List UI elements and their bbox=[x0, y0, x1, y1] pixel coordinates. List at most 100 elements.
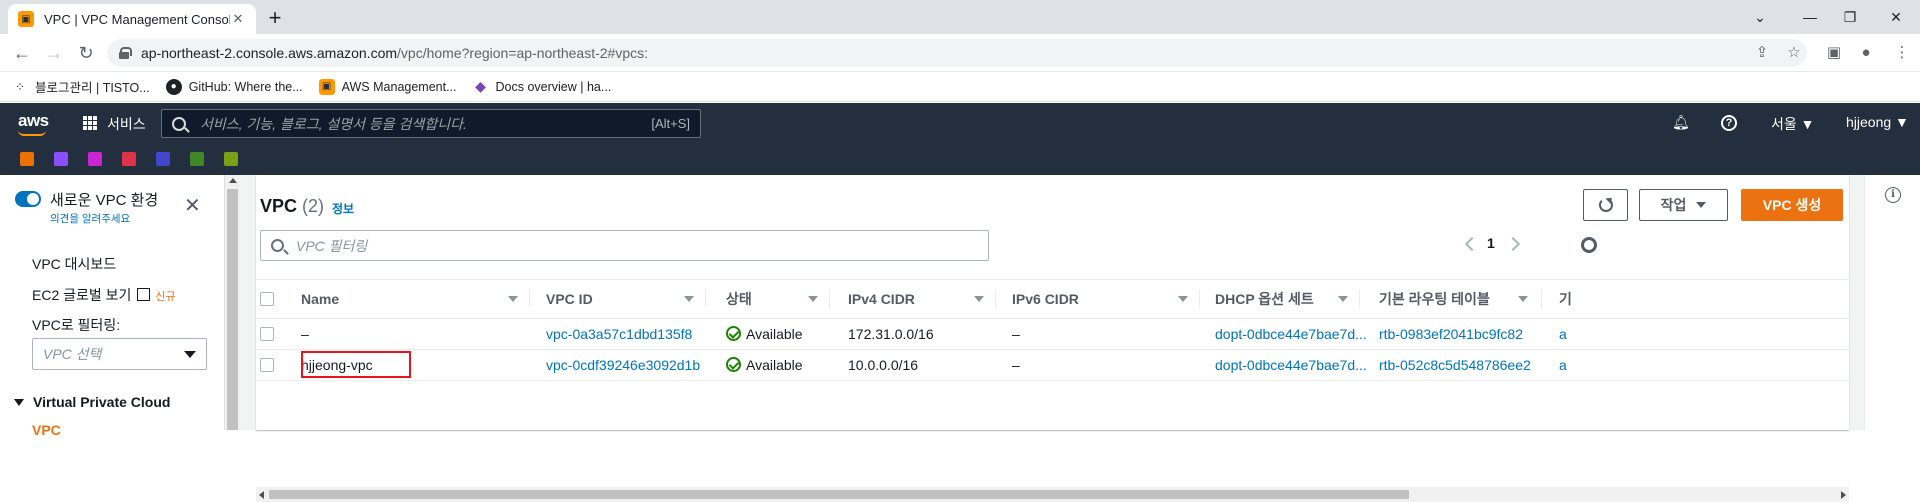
scroll-left-arrow[interactable] bbox=[259, 491, 264, 499]
feedback-link[interactable]: 의견을 알려주세요 bbox=[50, 211, 158, 226]
sidebar-item-ec2-global[interactable]: EC2 글로벌 보기 신규 bbox=[32, 285, 176, 305]
back-button[interactable]: ← bbox=[10, 42, 34, 66]
table-row[interactable]: – vpc-0a3a57c1dbd135f8 Available 172.31.… bbox=[256, 319, 1849, 350]
cell-ipv6: – bbox=[1012, 326, 1020, 342]
acm-icon[interactable] bbox=[122, 152, 136, 166]
gear-icon[interactable] bbox=[1581, 237, 1597, 253]
row-checkbox[interactable] bbox=[260, 327, 274, 341]
create-vpc-button[interactable]: VPC 생성 bbox=[1741, 189, 1843, 221]
actions-button[interactable]: 작업 bbox=[1639, 189, 1728, 221]
cloudwatch-icon[interactable] bbox=[224, 152, 238, 166]
sort-icon[interactable] bbox=[808, 296, 818, 302]
vpc-filter-label: VPC로 필터링: bbox=[32, 317, 121, 333]
vpc-filter-input[interactable]: VPC 필터링 bbox=[260, 230, 989, 261]
next-page-icon[interactable] bbox=[1505, 236, 1521, 252]
minimize-button[interactable]: — bbox=[1790, 4, 1830, 30]
search-icon bbox=[172, 116, 186, 131]
route53-icon[interactable] bbox=[156, 152, 170, 166]
cell-vpc-id[interactable]: vpc-0cdf39246e3092d1b bbox=[546, 350, 700, 380]
bookmark-aws[interactable]: ▣ AWS Management... bbox=[318, 78, 457, 95]
bookmark-terraform[interactable]: ◆ Docs overview | ha... bbox=[473, 78, 611, 95]
sort-icon[interactable] bbox=[508, 296, 518, 302]
page-number[interactable]: 1 bbox=[1487, 235, 1495, 251]
column-vpc-id[interactable]: VPC ID bbox=[546, 280, 593, 318]
caret-down-icon bbox=[14, 399, 24, 406]
close-icon[interactable]: ✕ bbox=[230, 11, 246, 27]
scroll-right-arrow[interactable] bbox=[1841, 491, 1846, 499]
chevron-down-icon[interactable]: ⌄ bbox=[1740, 4, 1780, 30]
info-icon[interactable]: i bbox=[1885, 187, 1901, 203]
restore-button[interactable]: ❐ bbox=[1830, 4, 1870, 30]
iam-icon[interactable] bbox=[88, 152, 102, 166]
region-menu[interactable]: 서울 ▼ bbox=[1771, 114, 1815, 134]
cell-extra[interactable]: a bbox=[1559, 350, 1567, 380]
sidebar-section-vpc[interactable]: Virtual Private Cloud bbox=[14, 394, 170, 410]
sort-icon[interactable] bbox=[1338, 296, 1348, 302]
row-checkbox[interactable] bbox=[260, 358, 274, 372]
column-state[interactable]: 상태 bbox=[726, 280, 752, 318]
refresh-button[interactable] bbox=[1583, 189, 1628, 221]
bookmark-tistory[interactable]: ⁘ 블로그관리 | TISTO... bbox=[12, 77, 150, 96]
scroll-thumb[interactable] bbox=[227, 189, 238, 430]
column-ipv6[interactable]: IPv6 CIDR bbox=[1012, 280, 1079, 318]
sidebar: 새로운 VPC 환경 의견을 알려주세요 ✕ VPC 대시보드 EC2 글로벌 … bbox=[0, 175, 224, 438]
new-vpc-toggle[interactable]: 새로운 VPC 환경 의견을 알려주세요 bbox=[15, 189, 158, 226]
prev-page-icon[interactable] bbox=[1464, 236, 1480, 252]
search-placeholder: 서비스, 기능, 블로그, 설명서 등을 검색합니다. bbox=[200, 115, 467, 132]
select-all-checkbox[interactable] bbox=[260, 292, 274, 306]
cell-vpc-id[interactable]: vpc-0a3a57c1dbd135f8 bbox=[546, 319, 692, 349]
cell-state: Available bbox=[726, 319, 803, 349]
lock-icon bbox=[119, 47, 132, 59]
scroll-up-arrow[interactable] bbox=[229, 178, 237, 183]
window-close-button[interactable]: ✕ bbox=[1876, 4, 1916, 30]
info-link[interactable]: 정보 bbox=[332, 200, 354, 217]
table-scrollbar[interactable] bbox=[256, 487, 1849, 502]
column-dhcp[interactable]: DHCP 옵션 세트 bbox=[1215, 280, 1314, 318]
aws-search-input[interactable]: 서비스, 기능, 블로그, 설명서 등을 검색합니다. [Alt+S] bbox=[161, 109, 701, 138]
sort-icon[interactable] bbox=[974, 296, 984, 302]
share-icon[interactable]: ⇪ bbox=[1752, 43, 1772, 63]
sidebar-item-dashboard[interactable]: VPC 대시보드 bbox=[32, 254, 116, 274]
cell-route-table[interactable]: rtb-052c8c5d548786ee2 bbox=[1379, 350, 1531, 380]
ec2-icon[interactable] bbox=[20, 152, 34, 166]
services-menu[interactable]: 서비스 bbox=[107, 114, 146, 134]
sidebar-scrollbar[interactable] bbox=[224, 175, 240, 430]
help-icon[interactable]: ? bbox=[1721, 115, 1737, 131]
browser-tab[interactable]: ▣ VPC | VPC Management Console ✕ bbox=[8, 4, 256, 34]
github-icon: ● bbox=[165, 78, 182, 95]
forward-button[interactable]: → bbox=[42, 42, 66, 66]
cell-state: Available bbox=[726, 350, 803, 380]
column-name[interactable]: Name bbox=[301, 280, 339, 318]
vpc-filter-select[interactable]: VPC 선택 bbox=[32, 338, 207, 370]
sidebar-icon[interactable]: ▣ bbox=[1824, 43, 1844, 63]
cell-dhcp[interactable]: dopt-0dbce44e7bae7d... bbox=[1215, 350, 1367, 380]
cell-extra[interactable]: a bbox=[1559, 319, 1567, 349]
aws-logo[interactable]: aws bbox=[18, 111, 49, 131]
new-tab-button[interactable]: + bbox=[262, 6, 288, 32]
table-row[interactable]: hjjeong-vpc vpc-0cdf39246e3092d1b Availa… bbox=[256, 350, 1849, 381]
menu-dots-icon[interactable]: ⋮ bbox=[1892, 43, 1912, 63]
column-ipv4[interactable]: IPv4 CIDR bbox=[848, 280, 915, 318]
toggle-switch[interactable] bbox=[15, 191, 41, 207]
sort-icon[interactable] bbox=[684, 296, 694, 302]
url-input[interactable]: ap-northeast-2.console.aws.amazon.com/vp… bbox=[107, 39, 1807, 67]
cell-route-table[interactable]: rtb-0983ef2041bc9fc82 bbox=[1379, 319, 1523, 349]
bell-icon[interactable]: 🔔︎ bbox=[1672, 114, 1690, 131]
sidebar-item-vpc[interactable]: VPC bbox=[32, 422, 61, 438]
services-grid-icon[interactable] bbox=[83, 116, 97, 130]
close-icon[interactable]: ✕ bbox=[184, 193, 201, 218]
column-extra[interactable]: 기 bbox=[1559, 280, 1572, 318]
sort-icon[interactable] bbox=[1518, 296, 1528, 302]
aws-box-icon: ▣ bbox=[318, 78, 335, 95]
s3-icon[interactable] bbox=[190, 152, 204, 166]
bookmark-github[interactable]: ● GitHub: Where the... bbox=[165, 78, 303, 95]
scroll-thumb[interactable] bbox=[269, 490, 1409, 499]
reload-button[interactable]: ↻ bbox=[74, 42, 98, 66]
sort-icon[interactable] bbox=[1178, 296, 1188, 302]
vpc-icon[interactable] bbox=[54, 152, 68, 166]
star-icon[interactable]: ☆ bbox=[1784, 43, 1804, 63]
user-menu[interactable]: hjjeong ▼ bbox=[1846, 114, 1909, 130]
profile-icon[interactable]: ● bbox=[1856, 43, 1876, 63]
cell-dhcp[interactable]: dopt-0dbce44e7bae7d... bbox=[1215, 319, 1367, 349]
column-main-route-table[interactable]: 기본 라우팅 테이블 bbox=[1379, 280, 1490, 318]
